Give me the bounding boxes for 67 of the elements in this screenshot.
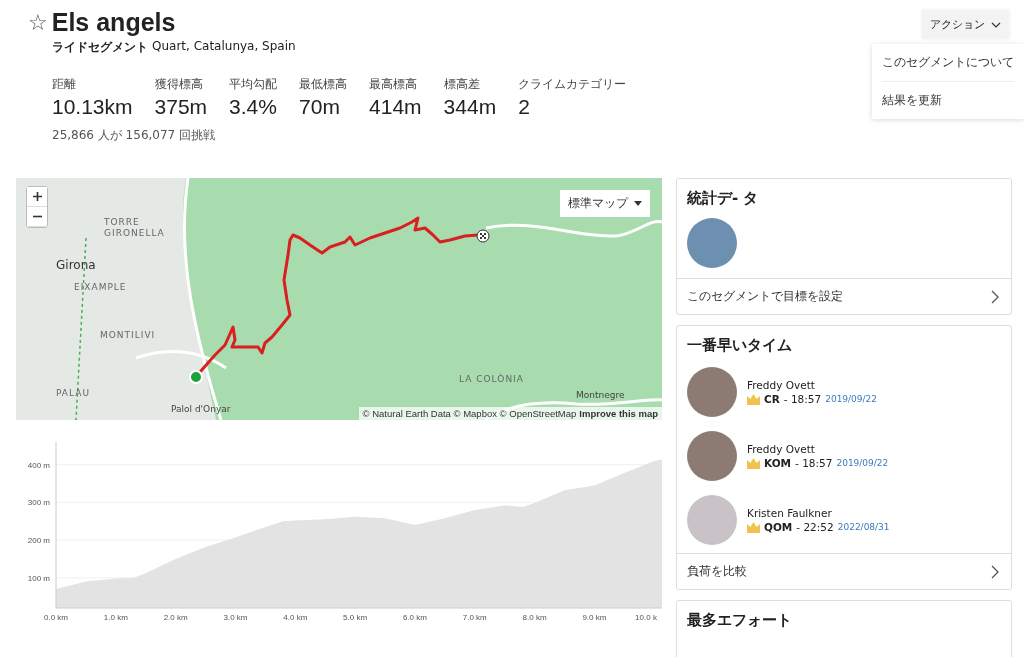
athlete-name[interactable]: Freddy Ovett [747, 443, 889, 455]
record-date[interactable]: 2019/09/22 [825, 394, 878, 404]
segment-location: Quart, Catalunya, Spain [152, 39, 296, 55]
x-tick-label: 4.0 km [283, 613, 308, 622]
menu-item[interactable]: このセグメントについて [882, 44, 1014, 82]
x-tick-label: 5.0 km [343, 613, 368, 622]
x-tick-label: 7.0 km [462, 613, 487, 622]
set-goal-link[interactable]: このセグメントで目標を設定 [677, 278, 1011, 314]
x-tick-label: 0.0 km [44, 613, 68, 622]
y-tick-label: 100 m [27, 573, 50, 583]
athlete-name[interactable]: Freddy Ovett [747, 379, 878, 391]
record-type: KOM [764, 457, 792, 469]
attempts-count: 25,866 人が 156,077 回挑戦 [52, 127, 217, 144]
map-label: LA COLÒNIA [459, 374, 524, 384]
record-time: - 18:57 [795, 457, 833, 469]
map-label: TORRE [104, 217, 140, 227]
segment-type: ライドセグメント [52, 39, 148, 56]
stat-value: 344m [443, 95, 497, 119]
athlete-name[interactable]: Kristen Faulkner [747, 507, 890, 519]
card-title: 統計デ- タ [686, 188, 760, 209]
map-label: Palol d'Onyar [171, 404, 231, 414]
y-tick-label: 200 m [27, 536, 50, 546]
map-drawing[interactable]: 標準マップ TORRE GIRONELLA Girona EIXAMPLE MONTILIVI PALAU Palol d'Onyar LA COLÒNIA Montnegre © Natural Earth Data © Mapbox © OpenStreetMap Improve this map [16, 178, 662, 420]
y-tick-label: 300 m [27, 498, 50, 508]
record-type: QOM [764, 521, 793, 533]
compare-link[interactable]: 負荷を比較 [677, 553, 1011, 589]
actions-button[interactable]: アクション [922, 10, 1009, 39]
stat-label: 標高差 [443, 76, 481, 93]
record-date[interactable]: 2019/09/22 [836, 458, 889, 468]
stat-label: クライムカテゴリー [518, 76, 627, 93]
x-tick-label: 6.0 km [402, 613, 427, 622]
x-tick-label: 3.0 km [223, 613, 248, 622]
x-tick-label: 2.0 km [163, 613, 188, 622]
map-label: Girona [56, 258, 96, 272]
map-label: GIRONELLA [104, 228, 165, 238]
star-icon[interactable]: ☆ [28, 11, 48, 34]
stat-value: 3.4% [229, 95, 278, 119]
map-label: MONTILIVI [100, 330, 156, 340]
menu-item[interactable]: 結果を更新 [882, 82, 1014, 119]
stat-label: 最低標高 [299, 76, 348, 93]
map-type-dropdown[interactable]: 標準マップ [560, 190, 650, 217]
stat-value: 10.13km [52, 95, 133, 119]
record-time: - 18:57 [783, 393, 822, 405]
map-attribution: © Natural Earth Data © Mapbox © OpenStreetMap [362, 408, 577, 419]
stat-label: 最高標高 [369, 76, 419, 93]
x-tick-label: 9.0 km [582, 613, 607, 622]
stat-value: 375m [154, 95, 208, 119]
x-tick-label: 1.0 km [103, 613, 128, 622]
stat-label: 距離 [52, 76, 77, 93]
card-title: 一番早いタイム [686, 335, 793, 356]
stat-label: 獲得標高 [154, 76, 204, 93]
x-tick-label: 8.0 km [522, 613, 547, 622]
record-time: - 22:52 [796, 521, 834, 533]
stat-label: 平均勾配 [229, 76, 278, 93]
stat-value: 70m [299, 95, 341, 119]
x-tick-label: 10.0 k [635, 613, 657, 622]
record-date[interactable]: 2022/08/31 [837, 522, 890, 532]
segment-title: Els angels [51, 8, 176, 37]
card-title: 最多エフォート [686, 610, 793, 631]
map-label: Montnegre [576, 390, 625, 400]
map-label: PALAU [56, 388, 90, 398]
map-label: EIXAMPLE [74, 282, 127, 292]
stat-value: 2 [518, 95, 531, 119]
stat-value: 414m [369, 95, 422, 119]
improve-map-link[interactable]: Improve this map [579, 408, 658, 419]
y-tick-label: 400 m [27, 460, 50, 470]
record-type: CR [764, 393, 780, 405]
